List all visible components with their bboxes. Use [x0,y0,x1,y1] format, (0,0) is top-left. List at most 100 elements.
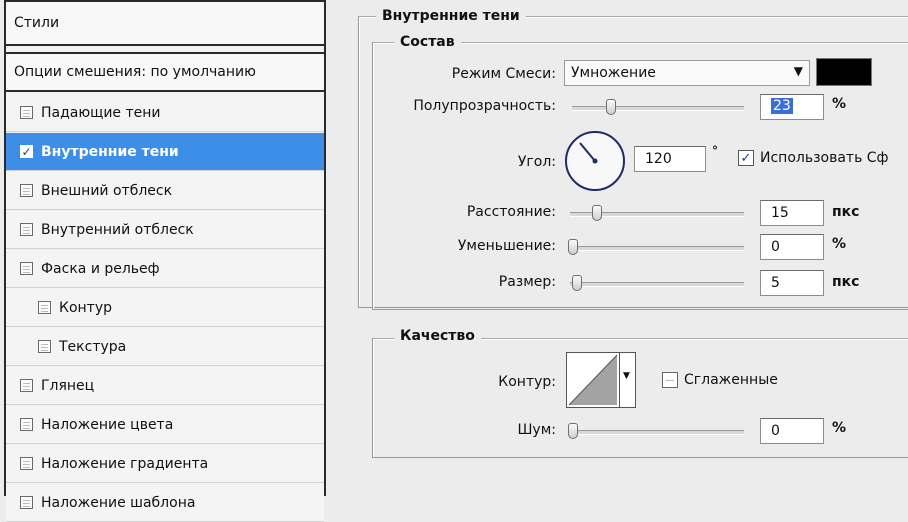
checkbox-line [23,272,30,273]
style-item[interactable]: Наложение градиента [6,445,324,483]
checkbox-line [23,461,30,462]
checkbox-line [23,386,30,387]
choke-slider[interactable] [568,239,744,255]
global-light-checkbox[interactable]: ✓ [738,150,754,166]
shadow-color-swatch[interactable] [816,58,872,86]
checkbox-line [41,311,48,312]
checkbox-line [23,506,30,507]
noise-input[interactable]: 0 [760,418,824,444]
checkbox-line [23,113,30,114]
checkbox-line [23,383,30,384]
style-checkbox[interactable] [20,106,33,119]
opacity-slider-thumb[interactable] [606,99,616,115]
style-checkbox[interactable] [20,457,33,470]
checkbox-line [41,350,48,351]
distance-unit: пкс [832,204,860,220]
checkbox-line [23,266,30,267]
angle-label: Угол: [517,154,556,170]
style-item[interactable]: Фаска и рельеф [6,250,324,288]
blend-options-item[interactable]: Опции смешения: по умолчанию [6,52,324,92]
style-item[interactable]: Наложение шаблона [6,484,324,522]
noise-slider-thumb[interactable] [568,423,578,439]
style-item-label: Контур [59,299,112,316]
inner-shadow-title: Внутренние тени [376,8,526,24]
style-item-label: Внутренние тени [41,143,179,160]
checkbox-line [23,227,30,228]
style-item-label: Глянец [41,377,95,394]
style-item-label: Фаска и рельеф [41,260,160,277]
choke-value: 0 [771,239,780,255]
style-item[interactable]: Внешний отблеск [6,172,324,210]
size-input[interactable]: 5 [760,270,824,296]
style-item[interactable]: Текстура [6,328,324,366]
blend-mode-select[interactable]: Умножение ▼ [564,60,810,86]
style-checkbox[interactable] [20,496,33,509]
choke-unit: % [832,236,847,252]
style-checkbox[interactable] [38,301,51,314]
checkbox-line [41,344,48,345]
checkbox-line [23,428,30,429]
size-unit: пкс [832,274,860,290]
opacity-input[interactable]: 23 [760,94,824,120]
style-item-label: Внутренний отблеск [41,221,194,238]
style-item[interactable]: Глянец [6,367,324,405]
checkbox-line [23,191,30,192]
contour-curve-icon [568,354,618,406]
distance-label: Расстояние: [466,204,556,220]
structure-legend: Состав [394,34,461,50]
style-item[interactable]: Наложение цвета [6,406,324,444]
opacity-value: 23 [771,98,793,114]
style-item[interactable]: Контур [6,289,324,327]
distance-input[interactable]: 15 [760,200,824,226]
checkbox-line [23,500,30,501]
angle-input[interactable]: 120 [634,146,706,172]
style-checkbox[interactable] [20,223,33,236]
styles-header-label: Стили [14,15,60,31]
size-slider-thumb[interactable] [572,275,582,291]
style-item-label: Наложение цвета [41,416,174,433]
styles-panel: Стили Опции смешения: по умолчанию Падаю… [4,0,326,522]
checkbox-line [41,308,48,309]
checkbox-line [23,194,30,195]
choke-input[interactable]: 0 [760,234,824,260]
chevron-down-icon: ▼ [623,371,630,381]
noise-unit: % [832,420,847,436]
noise-value: 0 [771,423,780,439]
quality-group [372,338,908,458]
angle-dial-icon [565,131,625,191]
opacity-unit: % [832,96,847,112]
noise-label: Шум: [517,422,556,438]
checkbox-line [23,425,30,426]
distance-slider[interactable] [570,205,744,221]
style-checkbox-checked[interactable]: ✓ [20,145,33,158]
contour-picker[interactable]: ▼ [566,352,636,408]
opacity-slider[interactable] [572,99,744,115]
checkbox-line [23,230,30,231]
angle-dial[interactable] [564,130,626,192]
style-item[interactable]: ✓ Внутренние тени [6,133,324,171]
blend-mode-label: Режим Смеси: [451,66,556,82]
style-checkbox[interactable] [20,379,33,392]
choke-slider-thumb[interactable] [568,239,578,255]
style-item-label: Внешний отблеск [41,182,173,199]
checkbox-line [23,503,30,504]
antialiased-checkbox[interactable] [662,372,678,388]
choke-label: Уменьшение: [457,238,556,254]
style-item-label: Падающие тени [41,104,161,121]
checkmark-icon: ✓ [21,144,32,159]
distance-slider-thumb[interactable] [592,205,602,221]
checkbox-line [41,347,48,348]
style-checkbox[interactable] [20,262,33,275]
style-item[interactable]: Падающие тени [6,94,324,132]
opacity-label: Полупрозрачность: [413,98,556,114]
style-checkbox[interactable] [38,340,51,353]
style-item[interactable]: Внутренний отблеск [6,211,324,249]
styles-header[interactable]: Стили [6,0,324,46]
noise-slider[interactable] [568,423,744,439]
style-item-label: Наложение градиента [41,455,209,472]
style-checkbox[interactable] [20,184,33,197]
checkbox-line [23,464,30,465]
checkbox-line [23,233,30,234]
size-slider[interactable] [570,275,744,291]
style-checkbox[interactable] [20,418,33,431]
